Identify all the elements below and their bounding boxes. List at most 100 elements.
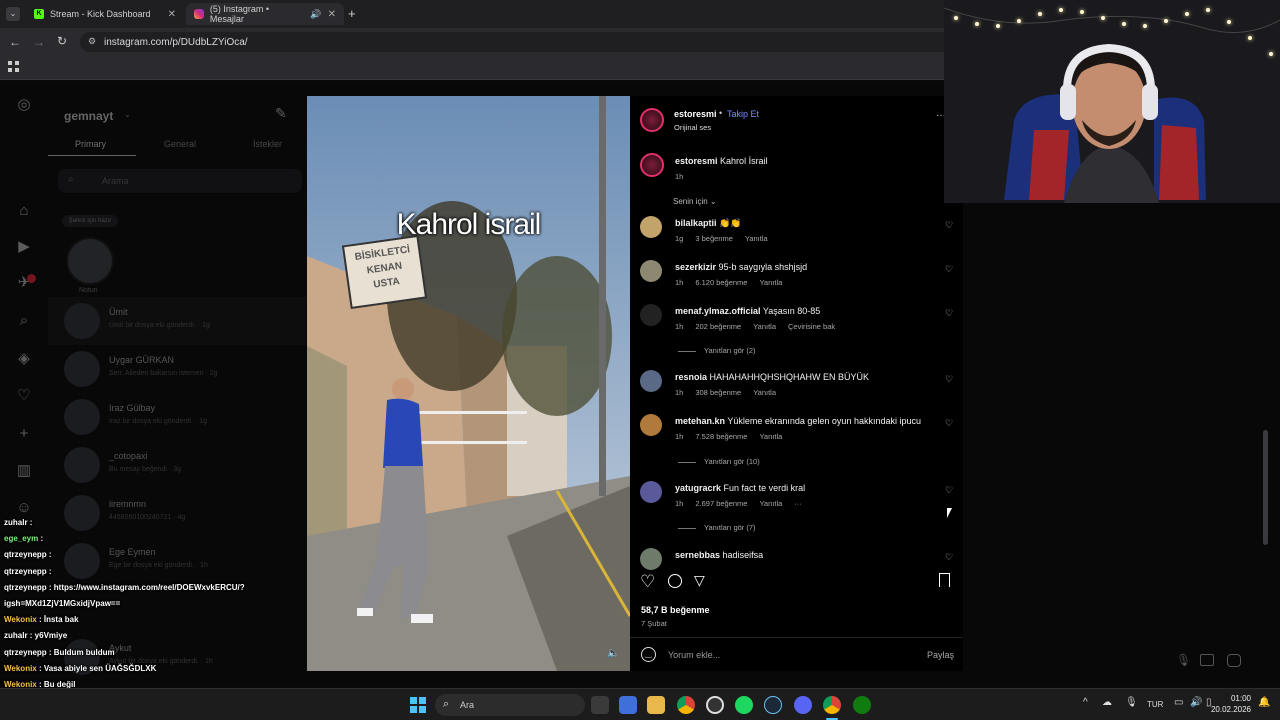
reply-button[interactable]: Yanıtla xyxy=(753,322,776,331)
close-icon[interactable]: ✕ xyxy=(168,9,176,20)
caption-avatar[interactable] xyxy=(640,153,664,177)
dm-conversation-row[interactable]: Iraz Gülbay Iraz bir dosya eki gönderdi. … xyxy=(64,393,294,441)
tab-primary[interactable]: Primary xyxy=(75,139,106,149)
comment-like-icon[interactable]: ♡ xyxy=(945,308,953,319)
dm-username[interactable]: gemnayt xyxy=(64,109,113,123)
dm-conversation-row[interactable]: Uygar GÜRKAN Sen: Aileden bakarsın isters… xyxy=(64,345,294,393)
reels-icon[interactable]: ▶ xyxy=(14,237,34,257)
chat-username[interactable]: qtrzeynepp xyxy=(4,567,47,576)
comment-likes[interactable]: 7.528 beğenme xyxy=(695,432,747,441)
reply-button[interactable]: Yanıtla xyxy=(753,388,776,397)
comment-icon[interactable] xyxy=(668,574,682,588)
comment-like-icon[interactable]: ♡ xyxy=(945,485,953,496)
comment-like-icon[interactable]: ♡ xyxy=(945,374,953,385)
back-icon[interactable]: ← xyxy=(9,35,21,49)
author-avatar[interactable] xyxy=(640,108,664,132)
new-tab-button[interactable]: + xyxy=(348,6,356,21)
discord-icon[interactable] xyxy=(794,696,812,714)
comment-like-icon[interactable]: ♡ xyxy=(945,264,953,275)
tray-chevron-icon[interactable]: ^ xyxy=(1083,697,1088,708)
comment-likes[interactable]: 3 beğenme xyxy=(695,234,733,243)
comment-like-icon[interactable]: ♡ xyxy=(945,418,953,429)
chat-username[interactable]: Wekonix xyxy=(4,615,37,624)
reel-video[interactable]: Kahrol israil BİSİKLETCİ KENAN USTA 🔈 xyxy=(307,96,630,671)
network-icon[interactable]: ▭ xyxy=(1174,697,1183,708)
reply-button[interactable]: Yanıtla xyxy=(759,278,782,287)
caption-author[interactable]: estoresmi xyxy=(675,156,718,166)
task-view-icon[interactable] xyxy=(591,696,609,714)
tab-general[interactable]: General xyxy=(164,139,196,149)
comment-likes[interactable]: 6.120 beğenme xyxy=(695,278,747,287)
obs-icon[interactable] xyxy=(706,696,724,714)
commenter-avatar[interactable] xyxy=(640,370,662,392)
tab-list-button[interactable]: ⌄ xyxy=(6,7,20,21)
search-input[interactable]: ⌕ Arama xyxy=(58,169,302,193)
explore-icon[interactable]: ◈ xyxy=(14,349,34,369)
sticker-icon[interactable] xyxy=(1227,654,1241,667)
url-field[interactable]: ⚙ instagram.com/p/DUdbLZYiOca/ xyxy=(80,32,950,52)
commenter-name[interactable]: resnoia xyxy=(675,372,707,382)
store-icon[interactable] xyxy=(619,696,637,714)
windows-start-icon[interactable] xyxy=(410,697,426,713)
steam-icon[interactable] xyxy=(764,696,782,714)
commenter-avatar[interactable] xyxy=(640,260,662,282)
close-icon[interactable]: ✕ xyxy=(328,9,336,20)
page-scrollbar[interactable] xyxy=(1263,430,1268,545)
search-icon[interactable]: ⌕ xyxy=(14,311,34,331)
chat-username[interactable]: qtrzeynepp xyxy=(4,583,47,592)
mute-icon[interactable]: 🔈 xyxy=(607,648,619,659)
audio-label[interactable]: Orijinal ses xyxy=(674,123,711,132)
commenter-name[interactable]: metehan.kn xyxy=(675,416,725,426)
comment-likes[interactable]: 2.697 beğenme xyxy=(695,499,747,508)
clock-date[interactable]: 20.02.2026 xyxy=(1205,705,1251,714)
dashboard-icon[interactable]: ▥ xyxy=(14,461,34,481)
comment-likes[interactable]: 202 beğenme xyxy=(695,322,741,331)
reload-icon[interactable]: ↻ xyxy=(57,34,67,48)
microphone-icon[interactable]: 🎙 xyxy=(1176,653,1191,667)
replies-link[interactable]: Yanıtları gör (7) xyxy=(678,523,756,532)
chrome-active-icon[interactable] xyxy=(823,696,841,714)
spotify-icon[interactable] xyxy=(735,696,753,714)
volume-icon[interactable]: 🔊 xyxy=(1190,697,1202,708)
emoji-icon[interactable]: ‿ xyxy=(641,647,656,662)
own-avatar[interactable] xyxy=(66,237,114,285)
replies-link[interactable]: Yanıtları gör (10) xyxy=(678,457,760,466)
chat-username[interactable]: zuhalr xyxy=(4,518,28,527)
comment-input[interactable]: Yorum ekle... xyxy=(668,650,898,660)
compose-icon[interactable]: ✎ xyxy=(275,105,287,122)
comment-like-icon[interactable]: ♡ xyxy=(945,220,953,231)
reply-button[interactable]: Yanıtla xyxy=(745,234,768,243)
home-icon[interactable]: ⌂ xyxy=(14,201,34,221)
image-icon[interactable] xyxy=(1200,654,1214,666)
file-explorer-icon[interactable] xyxy=(647,696,665,714)
speaker-icon[interactable]: 🔊 xyxy=(310,9,321,20)
create-icon[interactable]: + xyxy=(14,424,34,444)
commenter-avatar[interactable] xyxy=(640,414,662,436)
language-indicator[interactable]: TUR xyxy=(1147,700,1163,709)
notification-bell-icon[interactable]: 🔔 xyxy=(1258,697,1270,708)
tab-kick-dashboard[interactable]: K Stream - Kick Dashboard ✕ xyxy=(26,3,184,25)
like-heart-icon[interactable]: ♡ xyxy=(640,572,655,592)
commenter-avatar[interactable] xyxy=(640,548,662,570)
commenter-name[interactable]: sernebbas xyxy=(675,550,720,560)
sort-dropdown[interactable]: Senin için ⌄ xyxy=(673,197,717,206)
comment-likes[interactable]: 308 beğenme xyxy=(695,388,741,397)
share-icon[interactable]: ▽ xyxy=(694,572,705,589)
clock-time[interactable]: 01:00 xyxy=(1221,694,1251,703)
tab-instagram[interactable]: (5) Instagram • Mesajlar 🔊 ✕ xyxy=(186,3,344,25)
comment-like-icon[interactable]: ♡ xyxy=(945,552,953,563)
note-bubble[interactable]: Şarkılı için hazır xyxy=(62,215,118,227)
xbox-icon[interactable] xyxy=(853,696,871,714)
heart-icon[interactable]: ♡ xyxy=(14,386,34,406)
comment-extra-action[interactable]: ··· xyxy=(794,499,802,508)
chrome-icon[interactable] xyxy=(677,696,695,714)
instagram-logo-icon[interactable]: ◎ xyxy=(14,95,34,115)
chat-username[interactable]: qtrzeynepp xyxy=(4,550,47,559)
tab-requests[interactable]: İstekler xyxy=(253,139,282,149)
replies-link[interactable]: Yanıtları gör (2) xyxy=(678,346,756,355)
reply-button[interactable]: Yanıtla xyxy=(759,432,782,441)
commenter-avatar[interactable] xyxy=(640,481,662,503)
taskbar-search[interactable]: ⌕ Ara xyxy=(435,694,585,716)
commenter-avatar[interactable] xyxy=(640,216,662,238)
reply-button[interactable]: Yanıtla xyxy=(759,499,782,508)
